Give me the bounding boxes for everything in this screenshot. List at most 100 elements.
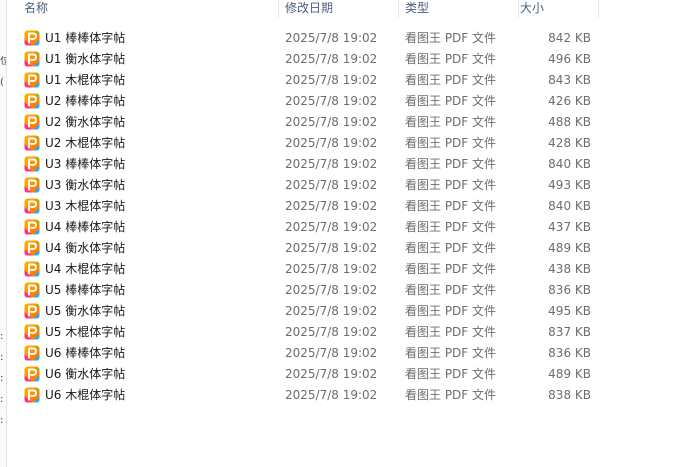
file-size: 843 KB xyxy=(548,73,591,87)
file-row[interactable]: U5 棒棒体字帖 2025/7/8 19:02 看图王 PDF 文件 836 KB xyxy=(7,280,687,301)
file-name: U1 木棍体字帖 xyxy=(45,73,126,87)
column-divider[interactable] xyxy=(518,0,519,18)
file-name: U3 棒棒体字帖 xyxy=(45,157,126,171)
file-name-cell[interactable]: U3 衡水体字帖 xyxy=(24,175,274,196)
file-type: 看图王 PDF 文件 xyxy=(405,52,497,66)
file-name: U2 棒棒体字帖 xyxy=(45,94,126,108)
file-modified-date: 2025/7/8 19:02 xyxy=(285,157,378,171)
file-name-cell[interactable]: U2 棒棒体字帖 xyxy=(24,91,274,112)
file-row[interactable]: U3 衡水体字帖 2025/7/8 19:02 看图王 PDF 文件 493 KB xyxy=(7,175,687,196)
file-row[interactable]: U6 木棍体字帖 2025/7/8 19:02 看图王 PDF 文件 838 KB xyxy=(7,385,687,406)
file-name: U2 衡水体字帖 xyxy=(45,115,126,129)
file-type: 看图王 PDF 文件 xyxy=(405,115,497,129)
pdf-viewer-icon xyxy=(24,240,40,256)
pdf-viewer-icon xyxy=(24,261,40,277)
file-modified-date: 2025/7/8 19:02 xyxy=(285,283,378,297)
file-name-cell[interactable]: U3 木棍体字帖 xyxy=(24,196,274,217)
file-type: 看图王 PDF 文件 xyxy=(405,304,497,318)
pdf-viewer-icon xyxy=(24,72,40,88)
file-name-cell[interactable]: U6 棒棒体字帖 xyxy=(24,343,274,364)
file-size: 838 KB xyxy=(548,388,591,402)
file-row[interactable]: U1 衡水体字帖 2025/7/8 19:02 看图王 PDF 文件 496 KB xyxy=(7,49,687,70)
file-name: U5 木棍体字帖 xyxy=(45,325,126,339)
file-name-cell[interactable]: U4 棒棒体字帖 xyxy=(24,217,274,238)
file-size: 496 KB xyxy=(548,52,591,66)
file-type: 看图王 PDF 文件 xyxy=(405,178,497,192)
file-name-cell[interactable]: U6 木棍体字帖 xyxy=(24,385,274,406)
file-name: U4 木棍体字帖 xyxy=(45,262,126,276)
file-row[interactable]: U2 木棍体字帖 2025/7/8 19:02 看图王 PDF 文件 428 KB xyxy=(7,133,687,154)
column-divider[interactable] xyxy=(398,0,399,18)
file-type: 看图王 PDF 文件 xyxy=(405,31,497,45)
file-row[interactable]: U1 木棍体字帖 2025/7/8 19:02 看图王 PDF 文件 843 KB xyxy=(7,70,687,91)
column-header-type[interactable]: 类型 xyxy=(405,0,429,16)
file-name-cell[interactable]: U3 棒棒体字帖 xyxy=(24,154,274,175)
file-modified-date: 2025/7/8 19:02 xyxy=(285,73,378,87)
pdf-viewer-icon xyxy=(24,198,40,214)
file-name-cell[interactable]: U2 衡水体字帖 xyxy=(24,112,274,133)
pdf-viewer-icon xyxy=(24,219,40,235)
file-name-cell[interactable]: U4 衡水体字帖 xyxy=(24,238,274,259)
file-size: 495 KB xyxy=(548,304,591,318)
file-name-cell[interactable]: U1 棒棒体字帖 xyxy=(24,28,274,49)
file-row[interactable]: U6 衡水体字帖 2025/7/8 19:02 看图王 PDF 文件 489 KB xyxy=(7,364,687,385)
file-modified-date: 2025/7/8 19:02 xyxy=(285,115,378,129)
file-name-cell[interactable]: U5 衡水体字帖 xyxy=(24,301,274,322)
file-row[interactable]: U3 木棍体字帖 2025/7/8 19:02 看图王 PDF 文件 840 KB xyxy=(7,196,687,217)
file-row[interactable]: U3 棒棒体字帖 2025/7/8 19:02 看图王 PDF 文件 840 KB xyxy=(7,154,687,175)
file-row[interactable]: U1 棒棒体字帖 2025/7/8 19:02 看图王 PDF 文件 842 KB xyxy=(7,28,687,49)
file-name-cell[interactable]: U4 木棍体字帖 xyxy=(24,259,274,280)
file-row[interactable]: U4 木棍体字帖 2025/7/8 19:02 看图王 PDF 文件 438 KB xyxy=(7,259,687,280)
file-type: 看图王 PDF 文件 xyxy=(405,94,497,108)
file-size: 428 KB xyxy=(548,136,591,150)
file-name-cell[interactable]: U5 木棍体字帖 xyxy=(24,322,274,343)
file-type: 看图王 PDF 文件 xyxy=(405,262,497,276)
pdf-viewer-icon xyxy=(24,135,40,151)
file-name-cell[interactable]: U5 棒棒体字帖 xyxy=(24,280,274,301)
pdf-viewer-icon xyxy=(24,114,40,130)
file-row[interactable]: U2 棒棒体字帖 2025/7/8 19:02 看图王 PDF 文件 426 KB xyxy=(7,91,687,112)
file-size: 437 KB xyxy=(548,220,591,234)
column-divider[interactable] xyxy=(278,0,279,18)
file-size: 836 KB xyxy=(548,283,591,297)
file-type: 看图王 PDF 文件 xyxy=(405,346,497,360)
file-modified-date: 2025/7/8 19:02 xyxy=(285,31,378,45)
file-modified-date: 2025/7/8 19:02 xyxy=(285,367,378,381)
file-type: 看图王 PDF 文件 xyxy=(405,199,497,213)
file-type: 看图王 PDF 文件 xyxy=(405,220,497,234)
file-row[interactable]: U4 棒棒体字帖 2025/7/8 19:02 看图王 PDF 文件 437 KB xyxy=(7,217,687,238)
file-row[interactable]: U4 衡水体字帖 2025/7/8 19:02 看图王 PDF 文件 489 KB xyxy=(7,238,687,259)
file-modified-date: 2025/7/8 19:02 xyxy=(285,220,378,234)
file-name: U4 衡水体字帖 xyxy=(45,241,126,255)
file-name: U6 衡水体字帖 xyxy=(45,367,126,381)
column-header-size[interactable]: 大小 xyxy=(520,0,544,16)
file-name-cell[interactable]: U2 木棍体字帖 xyxy=(24,133,274,154)
file-row[interactable]: U5 衡水体字帖 2025/7/8 19:02 看图王 PDF 文件 495 KB xyxy=(7,301,687,322)
pdf-viewer-icon xyxy=(24,303,40,319)
pdf-viewer-icon xyxy=(24,177,40,193)
pdf-viewer-icon xyxy=(24,387,40,403)
column-divider[interactable] xyxy=(598,0,599,18)
file-modified-date: 2025/7/8 19:02 xyxy=(285,388,378,402)
nav-fragment: 位 xyxy=(0,56,6,67)
file-modified-date: 2025/7/8 19:02 xyxy=(285,262,378,276)
file-type: 看图王 PDF 文件 xyxy=(405,388,497,402)
nav-fragment: : xyxy=(0,352,4,363)
nav-fragment: : xyxy=(0,415,4,426)
file-name: U1 衡水体字帖 xyxy=(45,52,126,66)
nav-fragment: : xyxy=(0,373,4,384)
column-header-modified[interactable]: 修改日期 xyxy=(285,0,333,16)
file-name-cell[interactable]: U1 衡水体字帖 xyxy=(24,49,274,70)
file-modified-date: 2025/7/8 19:02 xyxy=(285,178,378,192)
file-modified-date: 2025/7/8 19:02 xyxy=(285,325,378,339)
pdf-viewer-icon xyxy=(24,345,40,361)
file-row[interactable]: U5 木棍体字帖 2025/7/8 19:02 看图王 PDF 文件 837 KB xyxy=(7,322,687,343)
file-type: 看图王 PDF 文件 xyxy=(405,157,497,171)
file-size: 438 KB xyxy=(548,262,591,276)
file-name-cell[interactable]: U6 衡水体字帖 xyxy=(24,364,274,385)
file-row[interactable]: U6 棒棒体字帖 2025/7/8 19:02 看图王 PDF 文件 836 KB xyxy=(7,343,687,364)
file-list: U1 棒棒体字帖 2025/7/8 19:02 看图王 PDF 文件 842 KB U1… xyxy=(7,28,687,406)
file-row[interactable]: U2 衡水体字帖 2025/7/8 19:02 看图王 PDF 文件 488 KB xyxy=(7,112,687,133)
column-header-name[interactable]: 名称 xyxy=(24,0,48,16)
file-name-cell[interactable]: U1 木棍体字帖 xyxy=(24,70,274,91)
